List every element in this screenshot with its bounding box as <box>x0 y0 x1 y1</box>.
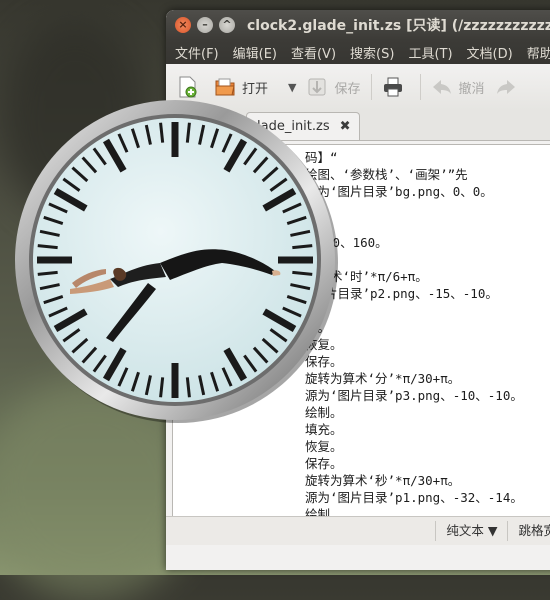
undo-button[interactable]: 撤消 <box>431 76 485 98</box>
minute-tick <box>37 270 58 276</box>
save-label: 保存 <box>334 81 361 97</box>
window-minimize-button[interactable]: – <box>197 17 213 33</box>
minute-tick <box>159 122 165 143</box>
minute-tick <box>185 377 191 398</box>
menu-view[interactable]: 查看(V) <box>288 43 339 62</box>
status-bar: 纯文本 ▼ 跳格宽 <box>166 516 550 545</box>
minute-tick <box>159 377 165 398</box>
menu-bar: 文件(F) 编辑(E) 查看(V) 搜索(S) 工具(T) 文档(D) 帮助(H… <box>166 40 550 64</box>
title-bar: × – ^ clock2.glade_init.zs [只读] (/zzzzzz… <box>166 10 550 40</box>
open-label: 打开 <box>242 81 269 97</box>
close-tab-icon[interactable]: ✖ <box>340 119 351 134</box>
minute-tick <box>37 244 58 250</box>
redo-arrow-icon <box>496 80 515 94</box>
printer-icon <box>383 77 402 97</box>
menu-documents[interactable]: 文档(D) <box>464 43 516 62</box>
open-dropdown-arrow[interactable]: ▼ <box>288 81 296 94</box>
language-mode-selector[interactable]: 纯文本 ▼ <box>435 521 507 541</box>
minute-tick <box>292 244 313 250</box>
menu-tools[interactable]: 工具(T) <box>405 43 455 62</box>
menu-help[interactable]: 帮助(H) <box>524 43 550 62</box>
window-close-button[interactable]: × <box>175 17 191 33</box>
undo-label: 撤消 <box>458 81 485 97</box>
code-line: 源为‘图片目录’p1.png、-32、-14。 <box>305 490 523 505</box>
minute-tick <box>292 270 313 276</box>
menu-edit[interactable]: 编辑(E) <box>230 43 280 62</box>
undo-arrow-icon <box>432 80 451 94</box>
print-button[interactable] <box>382 76 410 98</box>
window-title: clock2.glade_init.zs [只读] (/zzzzzzzzzzz/ <box>247 18 550 34</box>
toolbar-separator <box>370 74 372 100</box>
window-maximize-button[interactable]: ^ <box>219 17 235 33</box>
toolbar-separator <box>419 74 421 100</box>
minute-tick <box>185 122 191 143</box>
analog-clock-widget[interactable] <box>10 95 340 425</box>
menu-search[interactable]: 搜索(S) <box>347 43 397 62</box>
tab-width-selector[interactable]: 跳格宽 <box>507 521 550 541</box>
redo-button[interactable] <box>495 76 523 98</box>
menu-file[interactable]: 文件(F) <box>172 43 222 62</box>
